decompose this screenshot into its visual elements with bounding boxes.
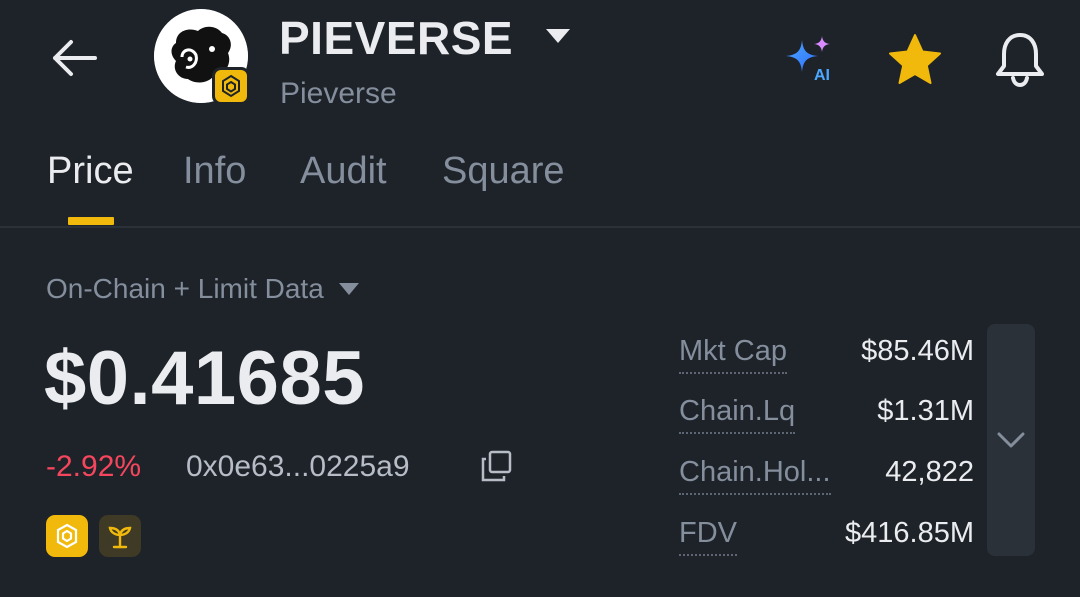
stat-value-chain-holders: 42,822 (885, 456, 974, 488)
stat-value-chain-liquidity: $1.31M (877, 395, 974, 427)
bell-icon (996, 33, 1044, 88)
bnb-chain-icon (222, 74, 240, 98)
arrow-left-icon (53, 40, 97, 76)
bnb-chain-tag[interactable] (46, 515, 88, 557)
ai-sparkle-icon: AI (786, 36, 830, 84)
tab-square[interactable]: Square (442, 148, 565, 194)
ai-button[interactable]: AI (780, 34, 836, 84)
data-mode-label: On-Chain + Limit Data (46, 273, 324, 304)
chevron-down-icon (997, 432, 1025, 448)
sprout-tag[interactable] (99, 515, 141, 557)
current-price: $0.41685 (44, 336, 365, 421)
copy-icon (481, 450, 512, 482)
price-alert-button[interactable] (990, 30, 1050, 88)
copy-address-button[interactable] (479, 449, 513, 483)
ai-label: AI (814, 67, 830, 84)
bnb-chain-icon (56, 523, 78, 549)
stat-label-fdv[interactable]: FDV (679, 514, 737, 556)
caret-down-icon (546, 29, 570, 43)
chain-badge (212, 67, 250, 105)
stat-value-fdv: $416.85M (845, 517, 974, 549)
contract-address[interactable]: 0x0e63...0225a9 (186, 447, 410, 487)
stats-expand-button[interactable] (987, 324, 1035, 556)
data-mode-selector[interactable]: On-Chain + Limit Data (46, 270, 360, 308)
token-name: Pieverse (280, 77, 397, 110)
tab-info[interactable]: Info (183, 148, 246, 194)
tab-audit[interactable]: Audit (300, 148, 387, 194)
sprout-icon (108, 526, 132, 549)
symbol-dropdown-caret[interactable] (543, 26, 573, 46)
active-tab-indicator (68, 217, 114, 225)
token-avatar (154, 9, 250, 105)
stat-value-mkt-cap: $85.46M (861, 335, 974, 367)
back-button[interactable] (44, 30, 104, 86)
token-symbol[interactable]: PIEVERSE (279, 10, 513, 66)
tab-price[interactable]: Price (47, 148, 134, 194)
tab-divider (0, 226, 1080, 228)
favorite-button[interactable] (886, 32, 944, 88)
caret-down-icon (338, 283, 359, 295)
stat-label-mkt-cap[interactable]: Mkt Cap (679, 332, 787, 374)
price-change-percent: -2.92% (46, 450, 142, 483)
star-icon (889, 34, 941, 84)
